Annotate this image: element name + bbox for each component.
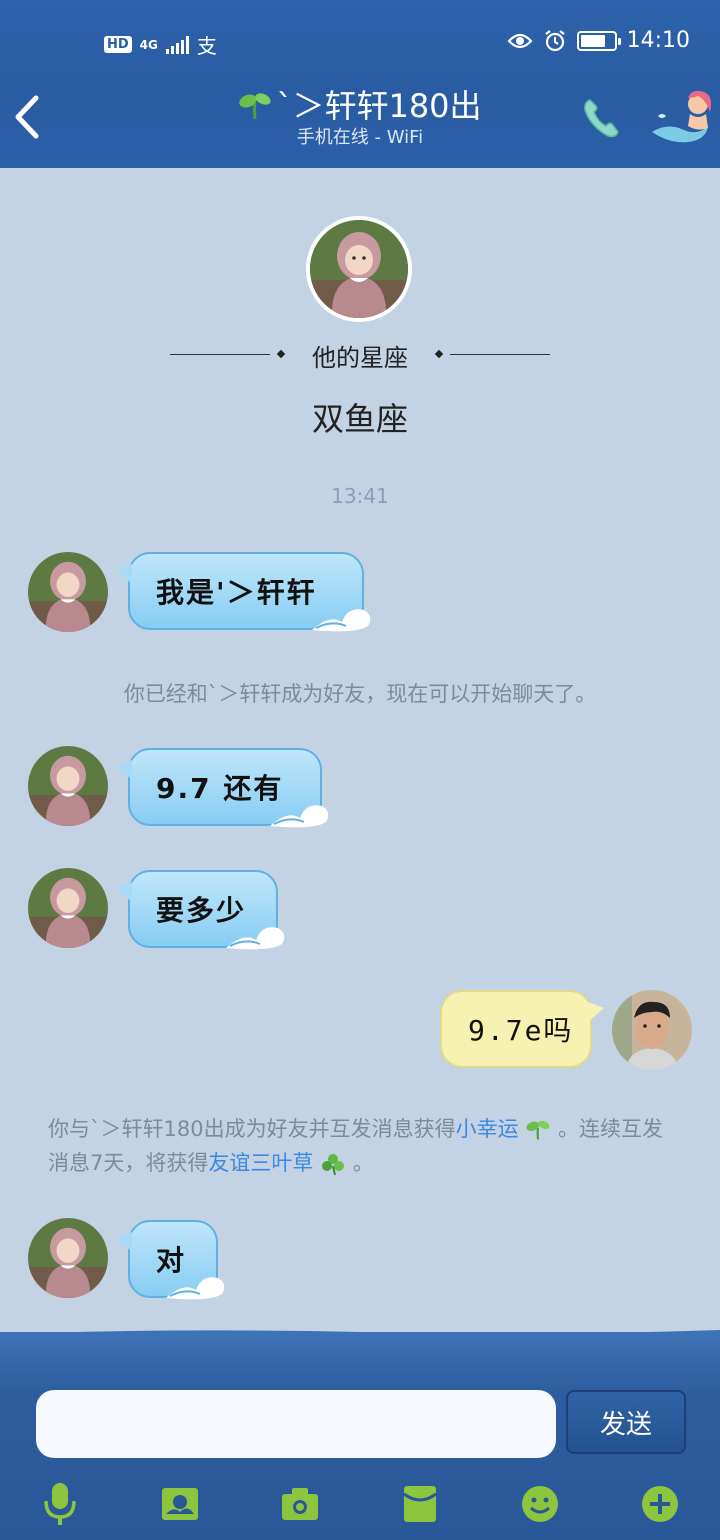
network-label: 4G: [139, 37, 158, 52]
microphone-icon[interactable]: [38, 1480, 82, 1528]
message-bubble-sent[interactable]: 9.7e吗: [440, 990, 604, 1068]
divider-right: [450, 354, 550, 355]
phone-call-icon[interactable]: [582, 96, 620, 140]
contact-avatar[interactable]: [28, 1218, 108, 1298]
baby-photo: [28, 746, 108, 826]
clock-time: 14:10: [626, 28, 690, 53]
contact-avatar[interactable]: [28, 552, 108, 632]
chat-area[interactable]: 他的星座 双鱼座 13:41 我是'＞轩轩 你已经和`＞轩轩成为好友，现在可以开…: [0, 168, 720, 1338]
little-luck-link[interactable]: 小幸运: [456, 1117, 519, 1141]
message-bubble-received[interactable]: 我是'＞轩轩: [116, 552, 371, 632]
my-avatar[interactable]: [612, 990, 692, 1070]
status-left: HD 4G 支: [104, 30, 217, 59]
hd-badge: HD: [104, 36, 132, 53]
wave-decoration: [312, 609, 371, 632]
chat-header: HD 4G 支 14:10 `＞轩轩180出 手机在线 - WiFi: [0, 0, 720, 168]
message-input[interactable]: [36, 1390, 556, 1458]
message-text: 9.7e吗: [468, 1014, 574, 1047]
contact-profile-avatar[interactable]: [306, 216, 412, 322]
baby-photo: [28, 1218, 108, 1298]
camera-icon[interactable]: [278, 1480, 322, 1528]
send-button[interactable]: 发送: [566, 1390, 686, 1454]
friendship-clover-link[interactable]: 友谊三叶草: [208, 1151, 313, 1175]
signal-icon: [165, 35, 189, 54]
message-bubble-received[interactable]: 9.7 还有: [116, 748, 329, 828]
chat-title-text: `＞轩轩180出: [276, 87, 482, 125]
clover-icon: [322, 1154, 345, 1176]
status-bar: HD 4G 支 14:10: [0, 24, 720, 60]
sprout-icon: [239, 93, 272, 120]
wave-decoration: [270, 805, 329, 828]
input-bar: 发送: [0, 1330, 720, 1540]
picture-icon[interactable]: [158, 1480, 202, 1528]
baby-photo: [28, 552, 108, 632]
message-timestamp: 13:41: [331, 484, 389, 508]
zodiac-value: 双鱼座: [311, 400, 408, 438]
battery-icon: [576, 30, 621, 51]
wave-border: [0, 1330, 720, 1340]
alarm-icon: [544, 29, 565, 51]
toolbar: [0, 1474, 720, 1534]
battery-fill: [580, 34, 605, 47]
message-bubble-received[interactable]: 对: [116, 1220, 225, 1300]
contact-avatar[interactable]: [28, 746, 108, 826]
system-notice-friend: 你已经和`＞轩轩成为好友，现在可以开始聊天了。: [123, 682, 597, 706]
baby-photo: [28, 868, 108, 948]
message-text: 9.7 还有: [156, 772, 284, 805]
system-notice-luck: 你与`＞轩轩180出成为好友并互发消息获得小幸运 。连续互发消息7天，将获得友谊…: [48, 1112, 668, 1180]
eye-icon: [507, 33, 533, 48]
message-input-box[interactable]: [36, 1390, 556, 1458]
man-photo: [612, 990, 692, 1070]
luck-text-1: 你与`＞轩轩180出成为好友并互发消息获得: [48, 1117, 456, 1141]
wave-decoration: [226, 927, 285, 950]
message-bubble-received[interactable]: 要多少: [116, 870, 285, 950]
wave-decoration: [166, 1277, 225, 1300]
chat-title[interactable]: `＞轩轩180出: [238, 86, 482, 126]
sprout-icon: [526, 1120, 550, 1140]
mermaid-theme-icon[interactable]: [648, 86, 718, 148]
message-text: 我是'＞轩轩: [156, 576, 317, 609]
baby-photo: [310, 220, 408, 318]
luck-text-3: 。: [352, 1151, 374, 1175]
emoji-icon[interactable]: [518, 1480, 562, 1528]
plus-icon[interactable]: [638, 1480, 682, 1528]
alipay-icon: 支: [196, 34, 217, 58]
zodiac-label: 他的星座: [312, 344, 408, 372]
status-right: 14:10: [507, 28, 690, 53]
red-packet-icon[interactable]: [398, 1480, 442, 1528]
contact-avatar[interactable]: [28, 868, 108, 948]
